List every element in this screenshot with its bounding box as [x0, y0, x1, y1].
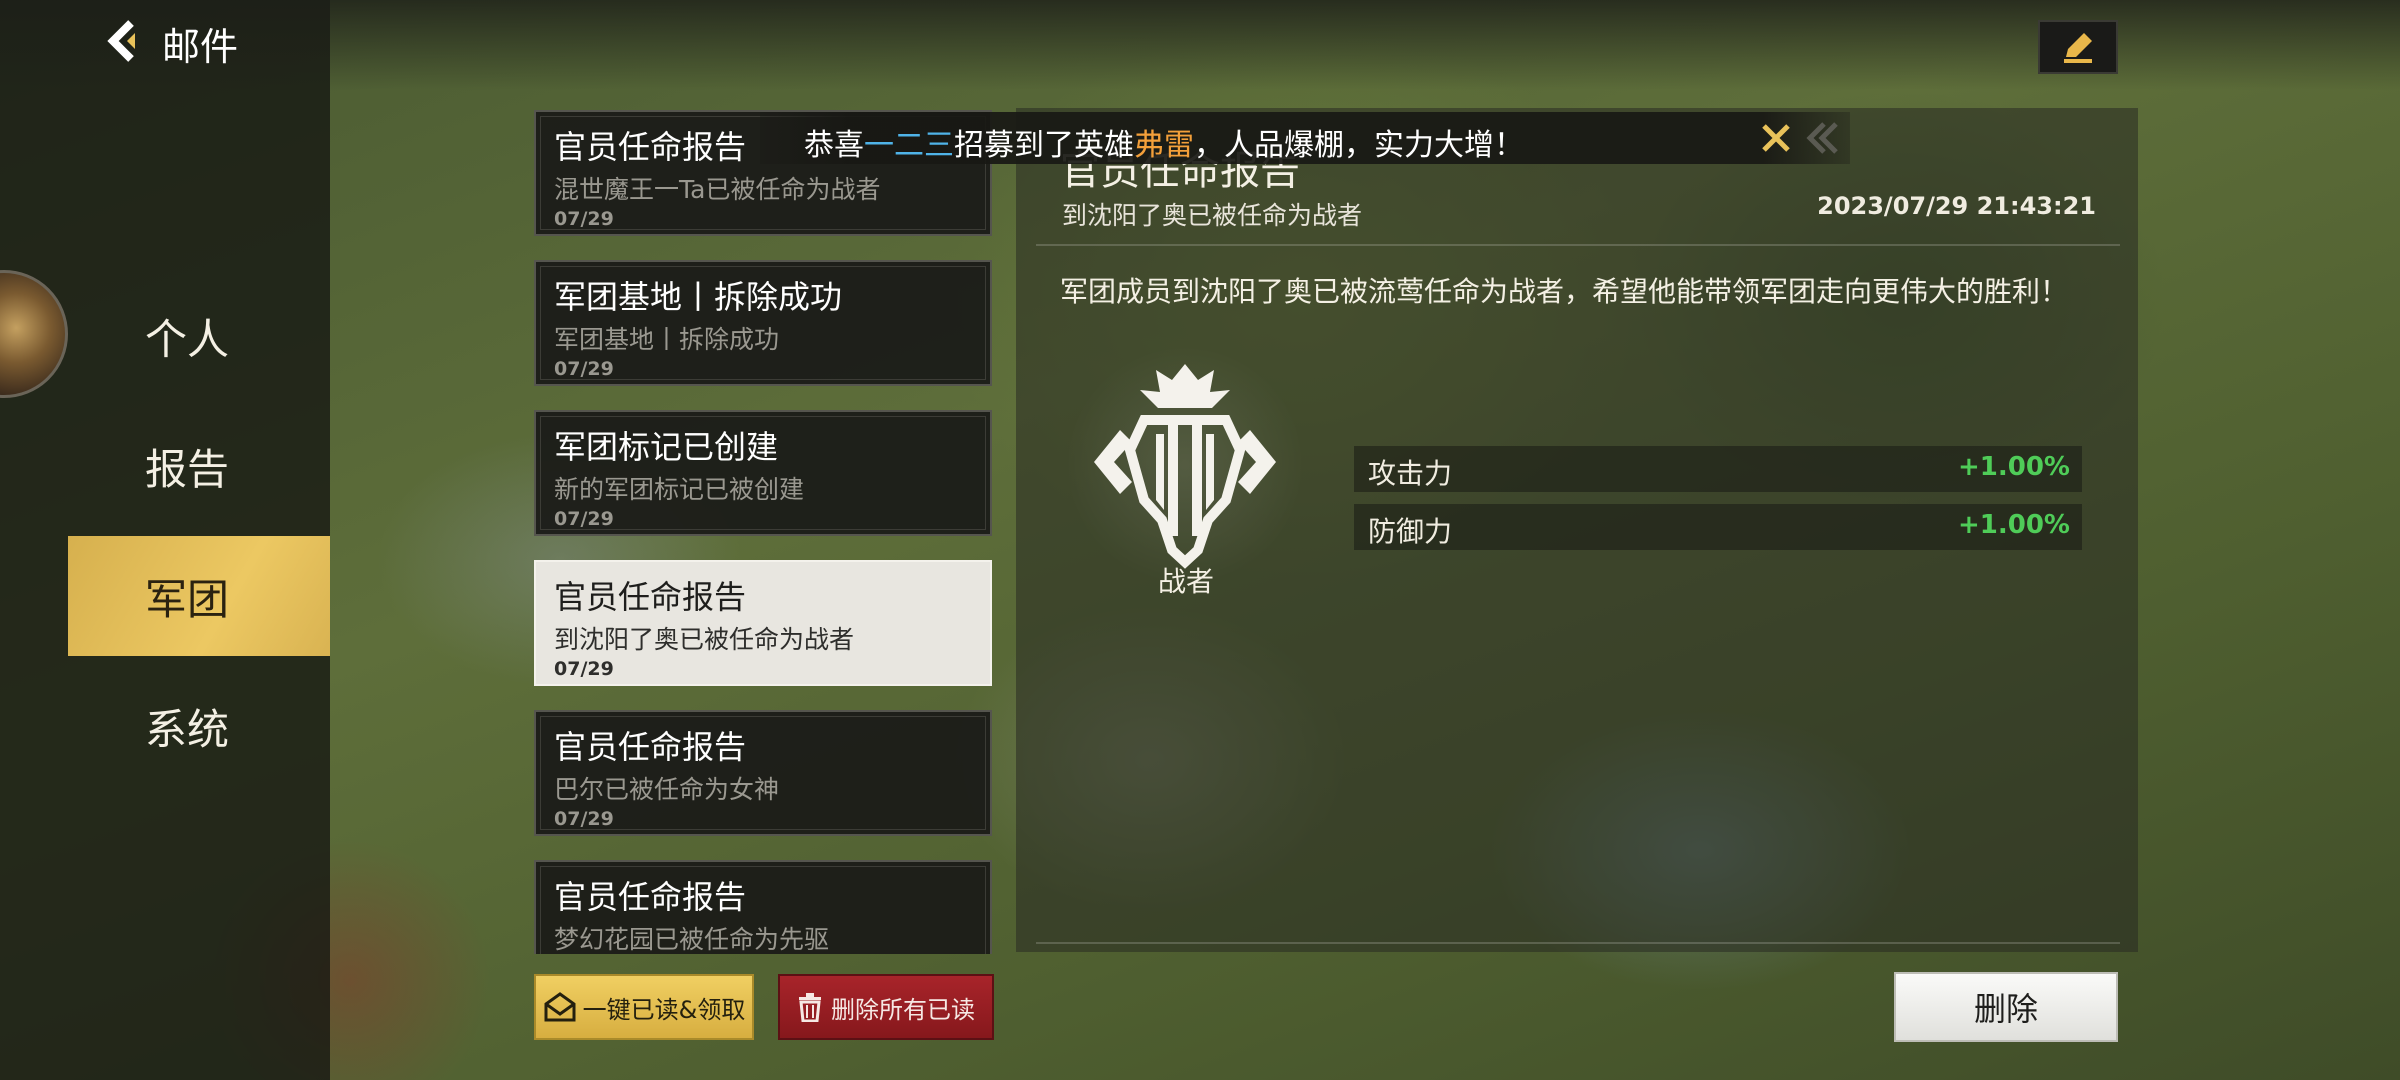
mail-title: 军团标记已创建: [554, 428, 779, 466]
recruit-notification-banner: 恭喜一二三招募到了英雄弗雷，人品爆棚，实力大增！: [760, 112, 1850, 164]
detail-subtitle: 到沈阳了奥已被任命为战者: [1062, 201, 1363, 230]
stat-name: 攻击力: [1368, 457, 1453, 490]
mail-list-item[interactable]: 军团标记已创建 新的军团标记已被创建 07/29: [534, 410, 992, 536]
mail-title: 官员任命报告: [554, 728, 747, 766]
sidebar-item-reports[interactable]: 报告: [68, 406, 330, 526]
detail-body: 军团成员到沈阳了奥已被流莺任命为战者，希望他能带领军团走向更伟大的胜利！: [1060, 275, 2069, 308]
stat-name: 防御力: [1368, 515, 1453, 548]
mail-list-item[interactable]: 官员任命报告 巴尔已被任命为女神 07/29: [534, 710, 992, 836]
sidebar-item-label: 报告: [144, 444, 229, 494]
delete-all-read-button[interactable]: 删除所有已读: [778, 974, 994, 1040]
sidebar-item-personal[interactable]: 个人: [68, 276, 330, 396]
mail-subtitle: 混世魔王一Ta已被任命为战者: [554, 175, 881, 204]
mail-list-item[interactable]: 官员任命报告 梦幻花园已被任命为先驱: [534, 860, 992, 954]
back-arrow-icon: [107, 20, 135, 62]
mail-title: 官员任命报告: [554, 578, 747, 616]
delete-all-read-label: 删除所有已读: [831, 995, 975, 1024]
mail-subtitle: 军团基地丨拆除成功: [554, 325, 780, 354]
back-button[interactable]: [102, 18, 152, 64]
mail-title: 官员任命报告: [554, 128, 747, 166]
mail-list-item[interactable]: 军团基地丨拆除成功 军团基地丨拆除成功 07/29: [534, 260, 992, 386]
notification-middle: 招募到了英雄: [954, 128, 1134, 163]
notification-prefix: 恭喜: [804, 128, 864, 163]
mail-icon: [544, 992, 576, 1022]
stat-row: 防御力 +1.00%: [1354, 504, 2082, 550]
stat-row: 攻击力 +1.00%: [1354, 446, 2082, 492]
read-all-label: 一键已读&领取: [582, 995, 746, 1024]
banner-arrow-icon: [1806, 122, 1838, 154]
stat-value: +1.00%: [1958, 452, 2070, 482]
notification-player: 一二三: [864, 128, 954, 163]
sidebar-item-label: 军团: [144, 574, 229, 624]
mail-date: 07/29: [554, 658, 614, 680]
mail-subtitle: 梦幻花园已被任命为先驱: [554, 925, 830, 954]
mail-list[interactable]: 官员任命报告 混世魔王一Ta已被任命为战者 07/29 军团基地丨拆除成功 军团…: [534, 108, 996, 954]
notification-suffix: ，人品爆棚，实力大增！: [1194, 128, 1524, 163]
detail-timestamp: 2023/07/29 21:43:21: [1817, 192, 2096, 220]
divider: [1036, 244, 2120, 246]
trash-icon: [799, 993, 821, 1022]
role-emblem-icon: [1094, 364, 1276, 569]
close-icon: [1762, 124, 1790, 152]
delete-button[interactable]: 删除: [1894, 972, 2118, 1042]
sidebar-item-label: 系统: [144, 704, 229, 754]
mail-date: 07/29: [554, 508, 614, 530]
mail-title: 官员任命报告: [554, 878, 747, 916]
delete-label: 删除: [1973, 990, 2038, 1028]
edit-pencil-icon: [2064, 33, 2092, 63]
notification-hero: 弗雷: [1134, 128, 1194, 163]
sidebar-item-system[interactable]: 系统: [68, 666, 330, 786]
sidebar-item-legion[interactable]: 军团: [68, 536, 330, 656]
notification-close-button[interactable]: [1756, 118, 1796, 158]
compose-button[interactable]: [2038, 20, 2118, 74]
role-label: 战者: [1158, 565, 1215, 598]
stat-value: +1.00%: [1958, 510, 2070, 540]
mail-date: 07/29: [554, 808, 614, 830]
mail-date: 07/29: [554, 208, 614, 230]
mail-list-item-selected[interactable]: 官员任命报告 到沈阳了奥已被任命为战者 07/29: [534, 560, 992, 686]
mail-subtitle: 新的军团标记已被创建: [554, 475, 805, 504]
mail-subtitle: 巴尔已被任命为女神: [554, 775, 780, 804]
mail-title: 军团基地丨拆除成功: [554, 278, 843, 316]
mail-date: 07/29: [554, 358, 614, 380]
page-title: 邮件: [162, 25, 239, 69]
sidebar-item-label: 个人: [144, 314, 229, 364]
notification-text: 恭喜一二三招募到了英雄弗雷，人品爆棚，实力大增！: [804, 120, 1524, 164]
divider: [1036, 942, 2120, 944]
read-all-button[interactable]: 一键已读&领取: [534, 974, 754, 1040]
mail-subtitle: 到沈阳了奥已被任命为战者: [554, 625, 855, 654]
